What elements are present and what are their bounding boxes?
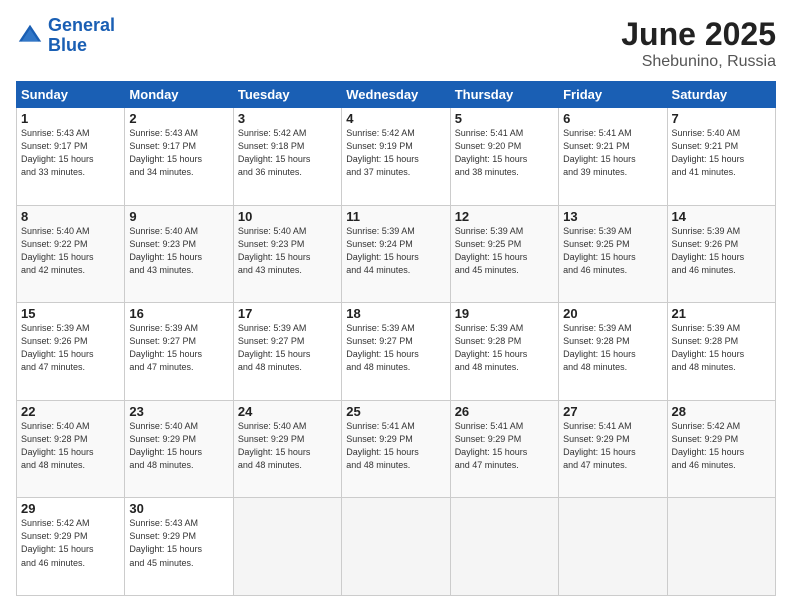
day-9: 9 Sunrise: 5:40 AMSunset: 9:23 PMDayligh… bbox=[125, 205, 233, 303]
logo: General Blue bbox=[16, 16, 115, 56]
week-row-4: 22 Sunrise: 5:40 AMSunset: 9:28 PMDaylig… bbox=[17, 400, 776, 498]
calendar-header-row: Sunday Monday Tuesday Wednesday Thursday… bbox=[17, 82, 776, 108]
day-6: 6 Sunrise: 5:41 AMSunset: 9:21 PMDayligh… bbox=[559, 108, 667, 206]
day-15: 15 Sunrise: 5:39 AMSunset: 9:26 PMDaylig… bbox=[17, 303, 125, 401]
empty-cell-1 bbox=[233, 498, 341, 596]
calendar-table: Sunday Monday Tuesday Wednesday Thursday… bbox=[16, 81, 776, 596]
empty-cell-5 bbox=[667, 498, 775, 596]
day-22: 22 Sunrise: 5:40 AMSunset: 9:28 PMDaylig… bbox=[17, 400, 125, 498]
day-16: 16 Sunrise: 5:39 AMSunset: 9:27 PMDaylig… bbox=[125, 303, 233, 401]
day-11: 11 Sunrise: 5:39 AMSunset: 9:24 PMDaylig… bbox=[342, 205, 450, 303]
day-3: 3 Sunrise: 5:42 AMSunset: 9:18 PMDayligh… bbox=[233, 108, 341, 206]
col-monday: Monday bbox=[125, 82, 233, 108]
day-7: 7 Sunrise: 5:40 AMSunset: 9:21 PMDayligh… bbox=[667, 108, 775, 206]
header: General Blue June 2025 Shebunino, Russia bbox=[16, 16, 776, 71]
col-tuesday: Tuesday bbox=[233, 82, 341, 108]
day-1: 1 Sunrise: 5:43 AMSunset: 9:17 PMDayligh… bbox=[17, 108, 125, 206]
week-row-2: 8 Sunrise: 5:40 AMSunset: 9:22 PMDayligh… bbox=[17, 205, 776, 303]
day-4: 4 Sunrise: 5:42 AMSunset: 9:19 PMDayligh… bbox=[342, 108, 450, 206]
day-26: 26 Sunrise: 5:41 AMSunset: 9:29 PMDaylig… bbox=[450, 400, 558, 498]
day-23: 23 Sunrise: 5:40 AMSunset: 9:29 PMDaylig… bbox=[125, 400, 233, 498]
week-row-5: 29 Sunrise: 5:42 AMSunset: 9:29 PMDaylig… bbox=[17, 498, 776, 596]
empty-cell-2 bbox=[342, 498, 450, 596]
day-8: 8 Sunrise: 5:40 AMSunset: 9:22 PMDayligh… bbox=[17, 205, 125, 303]
col-friday: Friday bbox=[559, 82, 667, 108]
day-2: 2 Sunrise: 5:43 AMSunset: 9:17 PMDayligh… bbox=[125, 108, 233, 206]
day-19: 19 Sunrise: 5:39 AMSunset: 9:28 PMDaylig… bbox=[450, 303, 558, 401]
title-block: June 2025 Shebunino, Russia bbox=[621, 16, 776, 71]
day-25: 25 Sunrise: 5:41 AMSunset: 9:29 PMDaylig… bbox=[342, 400, 450, 498]
col-sunday: Sunday bbox=[17, 82, 125, 108]
logo-text: General Blue bbox=[48, 16, 115, 56]
day-5: 5 Sunrise: 5:41 AMSunset: 9:20 PMDayligh… bbox=[450, 108, 558, 206]
day-28: 28 Sunrise: 5:42 AMSunset: 9:29 PMDaylig… bbox=[667, 400, 775, 498]
day-14: 14 Sunrise: 5:39 AMSunset: 9:26 PMDaylig… bbox=[667, 205, 775, 303]
day-24: 24 Sunrise: 5:40 AMSunset: 9:29 PMDaylig… bbox=[233, 400, 341, 498]
page: General Blue June 2025 Shebunino, Russia… bbox=[0, 0, 792, 612]
col-wednesday: Wednesday bbox=[342, 82, 450, 108]
day-30: 30 Sunrise: 5:43 AMSunset: 9:29 PMDaylig… bbox=[125, 498, 233, 596]
month-title: June 2025 bbox=[621, 16, 776, 53]
week-row-1: 1 Sunrise: 5:43 AMSunset: 9:17 PMDayligh… bbox=[17, 108, 776, 206]
day-17: 17 Sunrise: 5:39 AMSunset: 9:27 PMDaylig… bbox=[233, 303, 341, 401]
day-18: 18 Sunrise: 5:39 AMSunset: 9:27 PMDaylig… bbox=[342, 303, 450, 401]
empty-cell-4 bbox=[559, 498, 667, 596]
day-20: 20 Sunrise: 5:39 AMSunset: 9:28 PMDaylig… bbox=[559, 303, 667, 401]
empty-cell-3 bbox=[450, 498, 558, 596]
day-21: 21 Sunrise: 5:39 AMSunset: 9:28 PMDaylig… bbox=[667, 303, 775, 401]
col-saturday: Saturday bbox=[667, 82, 775, 108]
week-row-3: 15 Sunrise: 5:39 AMSunset: 9:26 PMDaylig… bbox=[17, 303, 776, 401]
day-13: 13 Sunrise: 5:39 AMSunset: 9:25 PMDaylig… bbox=[559, 205, 667, 303]
location: Shebunino, Russia bbox=[621, 53, 776, 71]
day-29: 29 Sunrise: 5:42 AMSunset: 9:29 PMDaylig… bbox=[17, 498, 125, 596]
day-12: 12 Sunrise: 5:39 AMSunset: 9:25 PMDaylig… bbox=[450, 205, 558, 303]
day-10: 10 Sunrise: 5:40 AMSunset: 9:23 PMDaylig… bbox=[233, 205, 341, 303]
day-27: 27 Sunrise: 5:41 AMSunset: 9:29 PMDaylig… bbox=[559, 400, 667, 498]
col-thursday: Thursday bbox=[450, 82, 558, 108]
logo-icon bbox=[16, 22, 44, 50]
